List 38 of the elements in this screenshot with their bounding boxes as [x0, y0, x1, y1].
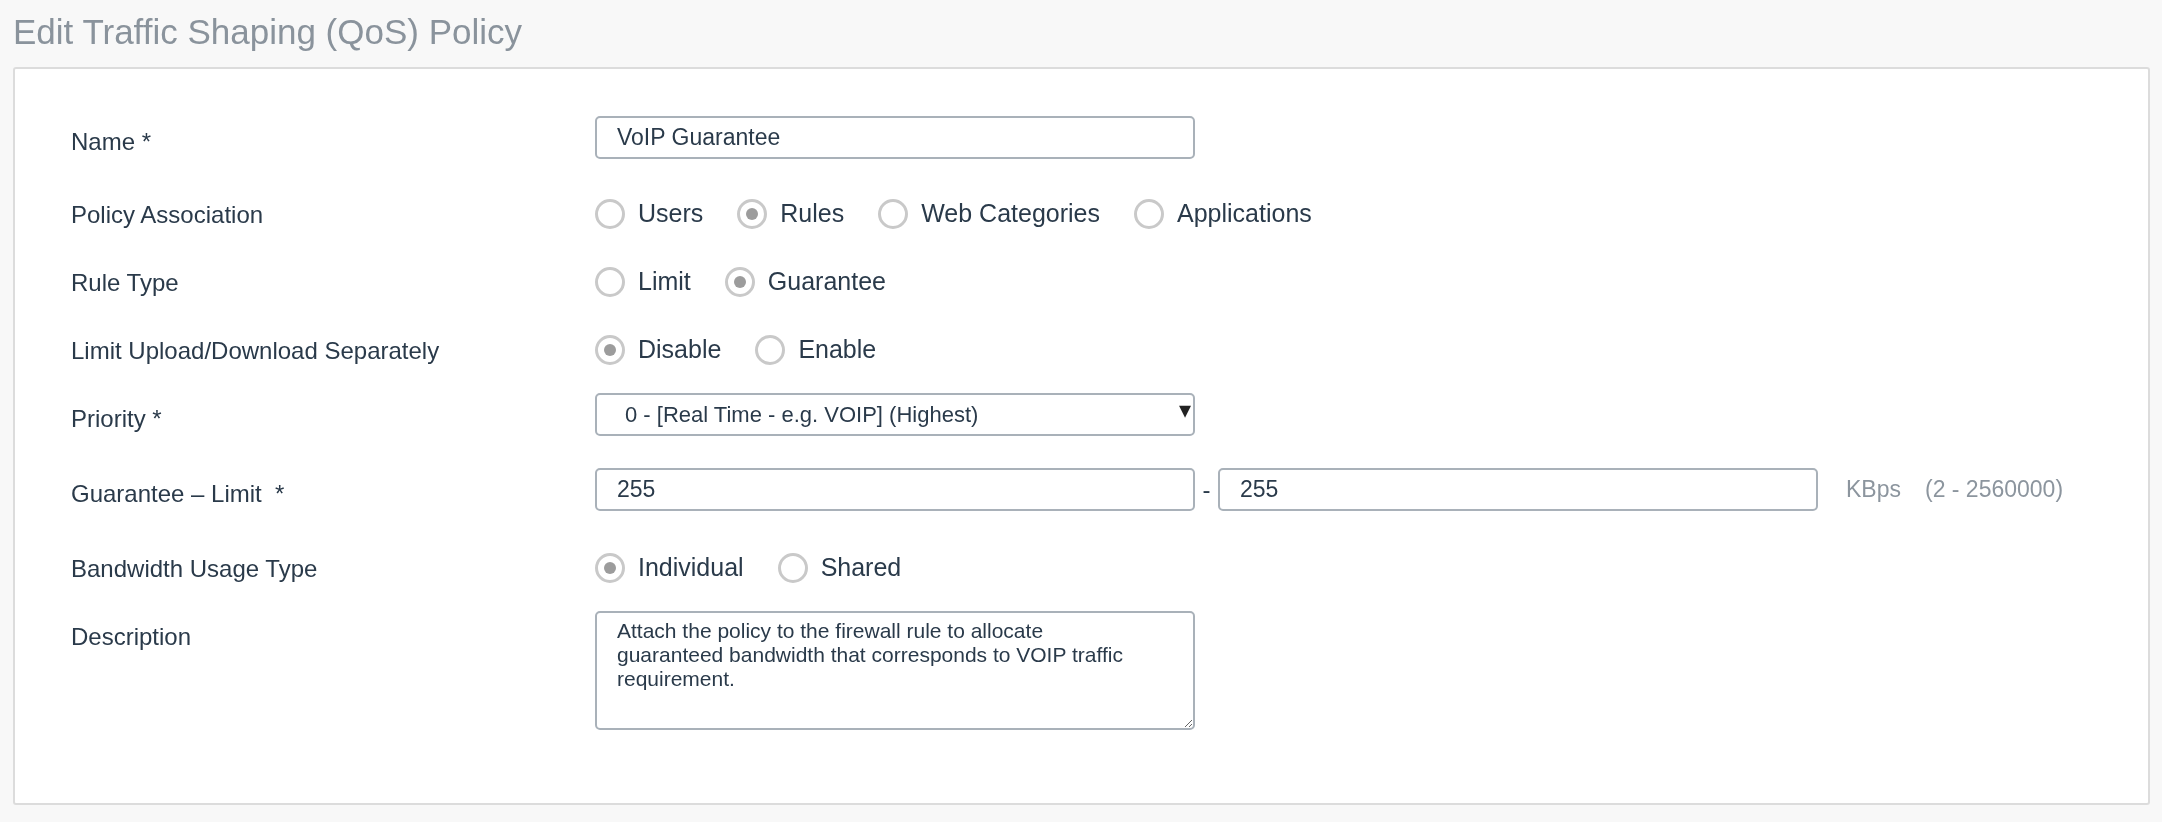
radio-button[interactable]	[878, 198, 909, 229]
radio-button[interactable]	[755, 334, 786, 365]
field-label: Limit Upload/Download Separately	[71, 336, 441, 366]
radio-button[interactable]	[595, 334, 625, 365]
field-label: Description	[71, 622, 193, 652]
radio-option[interactable]: Enable	[755, 331, 877, 369]
field-label: Bandwidth Usage Type	[71, 554, 319, 584]
field-label: Name *	[71, 127, 153, 157]
guarantee-input[interactable]: 255	[595, 468, 1195, 511]
radio-option[interactable]: Guarantee	[724, 263, 886, 301]
radio-option[interactable]: Users	[595, 195, 704, 233]
name-input[interactable]: VoIP Guarantee	[595, 116, 1195, 159]
priority-select[interactable]: 0 - [Real Time - e.g. VOIP] (Highest) ▾	[595, 393, 1195, 436]
radio-option[interactable]: Shared	[777, 549, 902, 587]
radio-button[interactable]	[595, 266, 625, 297]
field-label: Priority *	[71, 404, 163, 434]
field-label: Policy Association	[71, 200, 265, 230]
radio-option[interactable]: Individual	[595, 549, 744, 587]
field-label: Rule Type	[71, 268, 180, 298]
radio-option[interactable]: Limit	[595, 263, 691, 301]
limit-input[interactable]: 255	[1218, 468, 1818, 511]
radio-button[interactable]	[595, 198, 625, 229]
radio-option[interactable]: Disable	[595, 331, 722, 369]
radio-button[interactable]	[737, 198, 768, 229]
radio-button[interactable]	[724, 266, 755, 297]
unit-label: KBps	[1846, 475, 1901, 505]
radio-option[interactable]: Rules	[737, 195, 845, 233]
field-label: Guarantee – Limit *	[71, 479, 286, 509]
radio-option[interactable]: Web Categories	[878, 195, 1100, 233]
radio-button[interactable]	[595, 552, 625, 583]
description-textarea[interactable]: Attach the policy to the firewall rule to allocate guaranteed bandwidth that corresponds to VOIP traffic requirement.	[595, 611, 1195, 730]
page-title: Edit Traffic Shaping (QoS) Policy	[13, 11, 524, 53]
range-hint: (2 - 2560000)	[1925, 475, 2064, 505]
range-separator: -	[1201, 474, 1212, 505]
radio-option[interactable]: Applications	[1134, 195, 1312, 233]
radio-button[interactable]	[777, 552, 808, 583]
caret-icon: ▾	[1179, 398, 1191, 422]
radio-button[interactable]	[1134, 198, 1164, 229]
